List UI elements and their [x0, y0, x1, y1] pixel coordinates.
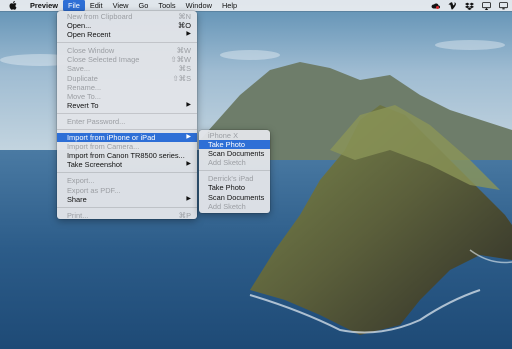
submenu-device-header: Derrick's iPad — [208, 174, 254, 184]
vimeo-icon[interactable] — [448, 1, 457, 10]
submenu-item-scan-documents[interactable]: Scan Documents — [199, 193, 270, 202]
menu-item-import-from-canon[interactable]: Import from Canon TR8500 series... — [57, 151, 197, 160]
menu-separator — [199, 170, 270, 172]
menu-item-enter-password: Enter Password... — [67, 116, 126, 126]
submenu-arrow-icon: ▶ — [186, 161, 191, 168]
submenu-arrow-icon: ▶ — [186, 134, 191, 141]
menu-item-open[interactable]: Open... ⌘O — [57, 21, 197, 30]
menu-item-new-from-clipboard: New from Clipboard ⌘N — [67, 12, 191, 21]
menu-view[interactable]: View — [108, 0, 134, 11]
dropbox-icon[interactable] — [465, 2, 474, 10]
menu-separator — [57, 206, 197, 208]
creative-cloud-icon[interactable] — [431, 2, 440, 10]
menu-item-import-from-camera: Import from Camera... — [67, 142, 140, 152]
submenu-arrow-icon: ▶ — [186, 31, 191, 38]
menu-separator — [57, 129, 197, 131]
menu-file[interactable]: File — [62, 0, 85, 11]
menu-tools[interactable]: Tools — [153, 0, 180, 11]
submenu-item-scan-documents[interactable]: Scan Documents — [199, 149, 270, 158]
status-icons — [431, 0, 508, 11]
menu-go[interactable]: Go — [134, 0, 154, 11]
menu-item-take-screenshot[interactable]: Take Screenshot ▶ — [57, 160, 197, 169]
menu-item-rename: Rename... — [67, 82, 102, 92]
menu-separator — [57, 42, 197, 44]
menu-item-close-window: Close Window ⌘W — [67, 46, 191, 56]
airplay-icon[interactable] — [482, 1, 491, 10]
menu-separator — [57, 112, 197, 114]
menu-help[interactable]: Help — [217, 0, 242, 11]
submenu-device-header: iPhone X — [208, 131, 238, 140]
menu-item-import-from-iphone[interactable]: Import from iPhone or iPad ▶ — [57, 133, 197, 143]
submenu-arrow-icon: ▶ — [186, 101, 191, 108]
menu-window[interactable]: Window — [181, 0, 217, 11]
menu-item-move-to: Move To... — [67, 91, 101, 101]
display-icon[interactable] — [499, 1, 508, 10]
submenu-item-add-sketch: Add Sketch — [208, 158, 246, 168]
menu-item-close-selected-image: Close Selected Image ⇧⌘W — [67, 55, 191, 65]
menu-item-share[interactable]: Share ▶ — [57, 195, 197, 204]
menu-item-export-as-pdf: Export as PDF... — [67, 185, 121, 195]
menu-edit[interactable]: Edit — [85, 0, 108, 11]
menu-bar: Preview File Edit View Go Tools Window H… — [0, 0, 512, 11]
import-submenu: iPhone X Take Photo Scan Documents Add S… — [199, 130, 270, 213]
menu-item-print: Print... ⌘P — [67, 210, 191, 220]
menu-item-revert-to[interactable]: Revert To ▶ — [57, 101, 197, 110]
menu-item-open-recent[interactable]: Open Recent ▶ — [57, 30, 197, 39]
submenu-item-take-photo[interactable]: Take Photo — [199, 140, 270, 150]
menu-item-duplicate: Duplicate ⇧⌘S — [67, 73, 191, 83]
menu-app-name[interactable]: Preview — [25, 0, 63, 11]
submenu-item-add-sketch: Add Sketch — [208, 201, 246, 211]
menu-item-export: Export... — [67, 176, 95, 186]
submenu-item-take-photo[interactable]: Take Photo — [199, 183, 270, 192]
submenu-arrow-icon: ▶ — [186, 195, 191, 202]
menu-item-save: Save... ⌘S — [67, 64, 191, 74]
apple-logo-icon[interactable] — [9, 1, 19, 10]
menu-separator — [57, 172, 197, 174]
file-menu: New from Clipboard ⌘N Open... ⌘O Open Rece… — [57, 11, 197, 220]
